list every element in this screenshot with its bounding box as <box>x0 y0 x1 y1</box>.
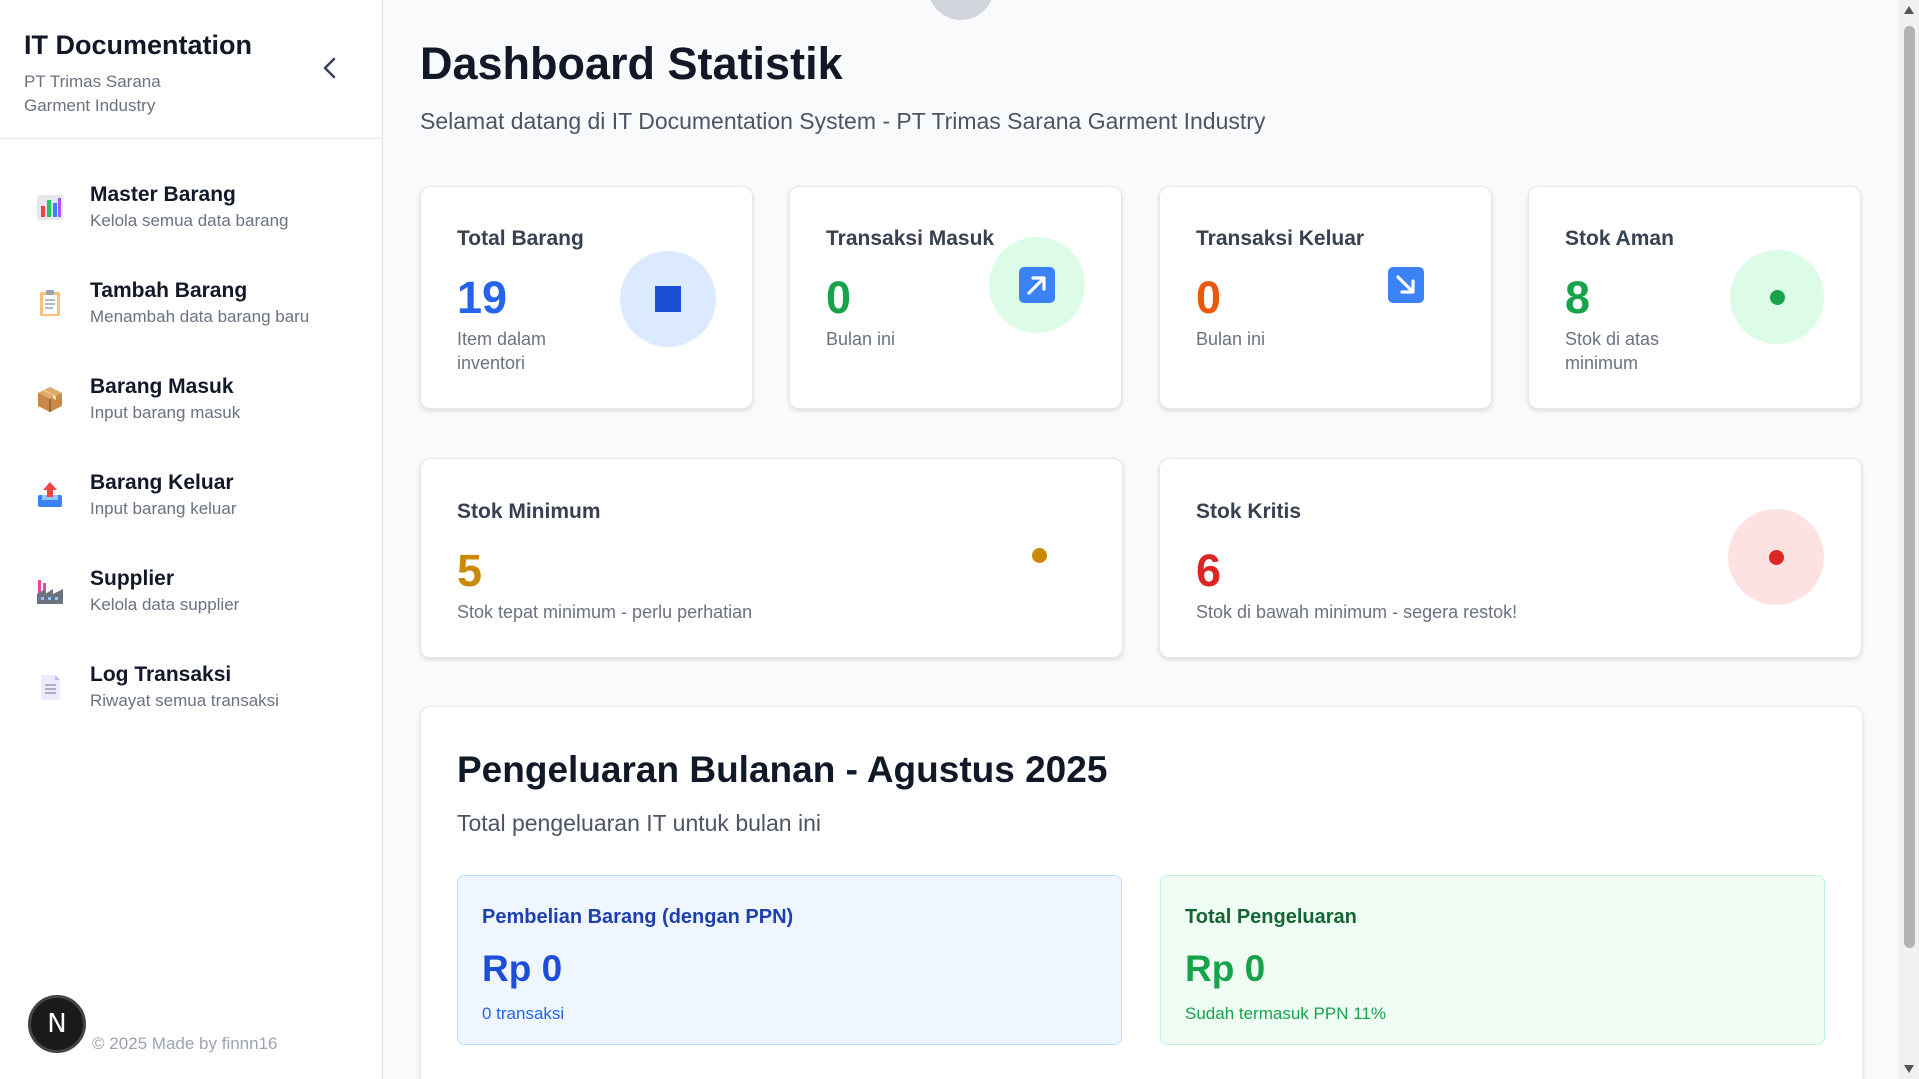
sidebar-header: IT Documentation PT Trimas Sarana Garmen… <box>0 0 382 139</box>
red-dot-icon <box>1728 509 1824 605</box>
section-subtitle: Total pengeluaran IT untuk bulan ini <box>457 810 822 836</box>
stat-card-stok-aman: Stok Aman 8 Stok di atas minimum <box>1528 186 1861 409</box>
collapse-sidebar-button[interactable] <box>316 54 344 82</box>
main-content: Dashboard Statistik Selamat datang di IT… <box>384 0 1899 1079</box>
total-note: Sudah termasuk PPN 11% <box>1185 1004 1386 1023</box>
stat-label: Total Barang <box>457 227 584 250</box>
stat-value: 5 <box>457 545 483 596</box>
package-icon <box>35 384 65 414</box>
sidebar-item-label: Log Transaksi <box>90 663 232 686</box>
page-subtitle: Selamat datang di IT Documentation Syste… <box>420 108 1266 134</box>
stat-label: Stok Aman <box>1565 227 1674 250</box>
app-title: IT Documentation <box>24 30 252 60</box>
yellow-dot-icon <box>991 507 1087 603</box>
stat-card-transaksi-masuk: Transaksi Masuk 0 Bulan ini <box>789 186 1122 409</box>
section-title: Pengeluaran Bulanan - Agustus 2025 <box>457 749 1108 790</box>
stat-label: Transaksi Keluar <box>1196 227 1365 250</box>
scroll-down-arrow-icon[interactable] <box>1904 1065 1914 1073</box>
sidebar: IT Documentation PT Trimas Sarana Garmen… <box>0 0 383 1079</box>
stat-note: Bulan ini <box>826 329 896 349</box>
purchase-note: 0 transaksi <box>482 1004 565 1023</box>
scroll-up-arrow-icon[interactable] <box>1904 6 1914 14</box>
sidebar-nav: Master Barang Kelola semua data barang T… <box>0 139 382 735</box>
stat-note: Stok tepat minimum - perlu perhatian <box>457 602 753 622</box>
purchase-value: Rp 0 <box>482 948 563 989</box>
stat-note: Stok di bawah minimum - segera restok! <box>1196 602 1518 622</box>
sidebar-item-label: Barang Keluar <box>90 471 234 494</box>
document-icon <box>35 672 65 702</box>
sidebar-item-label: Tambah Barang <box>90 279 248 302</box>
sidebar-item-tambah-barang[interactable]: Tambah Barang Menambah data barang baru <box>0 255 382 351</box>
total-expense-box: Total Pengeluaran Rp 0 Sudah termasuk PP… <box>1160 875 1825 1045</box>
nextjs-dev-badge[interactable]: N <box>28 995 86 1053</box>
clipboard-icon <box>35 288 65 318</box>
stat-value: 0 <box>826 272 852 323</box>
sidebar-item-desc: Menambah data barang baru <box>90 307 310 326</box>
purchase-expense-box: Pembelian Barang (dengan PPN) Rp 0 0 tra… <box>457 875 1122 1045</box>
sidebar-item-barang-masuk[interactable]: Barang Masuk Input barang masuk <box>0 351 382 447</box>
stat-label: Transaksi Masuk <box>826 227 995 250</box>
stat-card-stok-minimum: Stok Minimum 5 Stok tepat minimum - perl… <box>420 458 1123 658</box>
sidebar-item-master-barang[interactable]: Master Barang Kelola semua data barang <box>0 159 382 255</box>
total-label: Total Pengeluaran <box>1185 906 1357 928</box>
factory-icon <box>35 576 65 606</box>
stat-card-transaksi-keluar: Transaksi Keluar 0 Bulan ini <box>1159 186 1492 409</box>
stat-card-stok-kritis: Stok Kritis 6 Stok di bawah minimum - se… <box>1159 458 1862 658</box>
bar-chart-icon <box>35 192 65 222</box>
arrow-up-right-icon <box>989 237 1085 333</box>
page-title: Dashboard Statistik <box>420 38 843 89</box>
chevron-left-icon <box>323 57 336 79</box>
stat-label: Stok Minimum <box>457 500 601 523</box>
stat-note: Bulan ini <box>1196 329 1266 349</box>
stat-note: Stok di atas minimum <box>1565 329 1660 373</box>
sidebar-item-supplier[interactable]: Supplier Kelola data supplier <box>0 543 382 639</box>
scrollbar-thumb[interactable] <box>1904 26 1915 948</box>
sidebar-item-desc: Riwayat semua transaksi <box>90 691 279 710</box>
sidebar-item-desc: Kelola semua data barang <box>90 211 289 230</box>
sidebar-item-barang-keluar[interactable]: Barang Keluar Input barang keluar <box>0 447 382 543</box>
stat-value: 19 <box>457 272 508 323</box>
stat-value: 0 <box>1196 272 1222 323</box>
sidebar-item-log-transaksi[interactable]: Log Transaksi Riwayat semua transaksi <box>0 639 382 735</box>
total-value: Rp 0 <box>1185 948 1266 989</box>
footer-credit: © 2025 Made by finnn16 <box>92 1034 278 1053</box>
sidebar-item-label: Barang Masuk <box>90 375 234 398</box>
top-avatar-placeholder <box>928 0 994 20</box>
sidebar-item-label: Supplier <box>90 567 175 590</box>
purchase-label: Pembelian Barang (dengan PPN) <box>482 906 794 928</box>
stat-note: Item dalam inventori <box>457 329 547 373</box>
sidebar-item-desc: Kelola data supplier <box>90 595 240 614</box>
arrow-down-right-icon <box>1358 237 1454 333</box>
sidebar-item-desc: Input barang keluar <box>90 499 237 518</box>
green-dot-icon <box>1730 250 1824 344</box>
stat-value: 8 <box>1565 272 1591 323</box>
stat-value: 6 <box>1196 545 1222 596</box>
outbox-tray-icon <box>35 480 65 510</box>
company-name: PT Trimas Sarana Garment Industry <box>24 72 161 115</box>
sidebar-item-desc: Input barang masuk <box>90 403 241 422</box>
sidebar-item-label: Master Barang <box>90 183 236 206</box>
stat-card-total-barang: Total Barang 19 Item dalam inventori <box>420 186 753 409</box>
square-icon <box>620 251 716 347</box>
page-scrollbar[interactable] <box>1899 0 1919 1079</box>
stat-label: Stok Kritis <box>1196 500 1302 523</box>
monthly-expense-section: Pengeluaran Bulanan - Agustus 2025 Total… <box>420 706 1863 1079</box>
